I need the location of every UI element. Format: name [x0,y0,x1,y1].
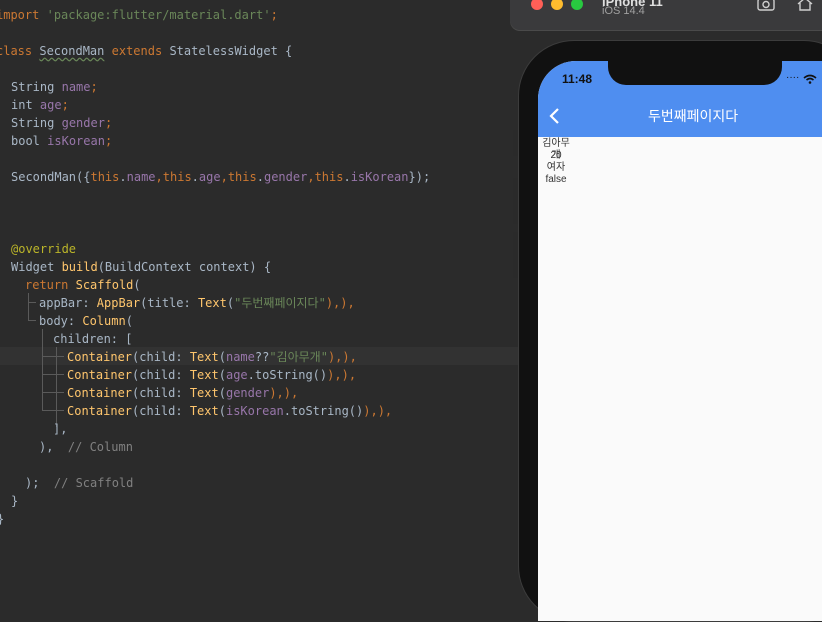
code-line-field-name[interactable]: String name; [11,78,98,96]
code-line-appbar[interactable]: appBar: AppBar(title: Text("두번째페이지다"),), [39,294,355,312]
code-editor[interactable]: import 'package:flutter/material.dart'; … [0,0,520,586]
indent-guide [42,356,64,357]
cellular-signal-icon: ···· [786,72,800,83]
code-line-override[interactable]: @override [11,240,76,258]
indent-guide [28,302,36,303]
indent-guide [42,392,64,393]
app-bar: 11:48 ···· 두번째페이지다 [538,61,822,137]
wifi-icon [803,74,817,84]
code-line-build[interactable]: Widget build(BuildContext context) { [11,258,271,276]
chevron-left-icon[interactable] [544,105,566,127]
code-line-class-decl[interactable]: class SecondMan extends StatelessWidget … [0,42,292,60]
text-age: 20 [550,150,562,161]
code-line-container-gender[interactable]: Container(child: Text(gender),), [67,384,298,402]
camera-icon[interactable] [757,0,775,12]
indent-guide [42,329,43,411]
code-line-field-iskorean[interactable]: bool isKorean; [11,132,112,150]
code-line-build-close[interactable]: } [11,492,18,510]
home-icon[interactable] [796,0,814,12]
status-bar-time: 11:48 [562,72,593,86]
phone-notch [608,61,782,85]
indent-guide [28,320,36,321]
code-line-scaffold-close[interactable]: ); // Scaffold [25,474,133,492]
indent-guide [42,410,64,411]
code-line-container-age[interactable]: Container(child: Text(age.toString()),), [67,366,356,384]
phone-screen[interactable]: 11:48 ···· 두번째페이지다 김아무개 20 여자 false [538,61,822,621]
simulator-os-version: iOS 14.4 [602,5,645,17]
indent-guide [28,293,29,321]
code-line-import[interactable]: import 'package:flutter/material.dart'; [0,6,278,24]
code-line-field-gender[interactable]: String gender; [11,114,112,132]
text-iskorean: false [545,174,567,185]
code-line-column-close[interactable]: ), // Column [39,438,133,456]
code-line-children-close[interactable]: ], [53,420,67,438]
code-line-field-age[interactable]: int age; [11,96,69,114]
code-line-children[interactable]: children: [ [53,330,132,348]
code-line-class-close[interactable]: } [0,510,4,528]
indent-guide [56,347,57,427]
indent-guide [42,374,64,375]
code-line-body[interactable]: body: Column( [39,312,133,330]
code-line-container-iskorean[interactable]: Container(child: Text(isKorean.toString(… [67,402,392,420]
text-gender: 여자 [546,162,566,173]
app-bar-title: 두번째페이지다 [648,108,739,124]
code-line-return[interactable]: return Scaffold( [25,276,141,294]
code-line-constructor[interactable]: SecondMan({this.name,this.age,this.gende… [11,168,430,186]
code-line-container-name[interactable]: Container(child: Text(name??"김아무개"),), [67,348,357,366]
